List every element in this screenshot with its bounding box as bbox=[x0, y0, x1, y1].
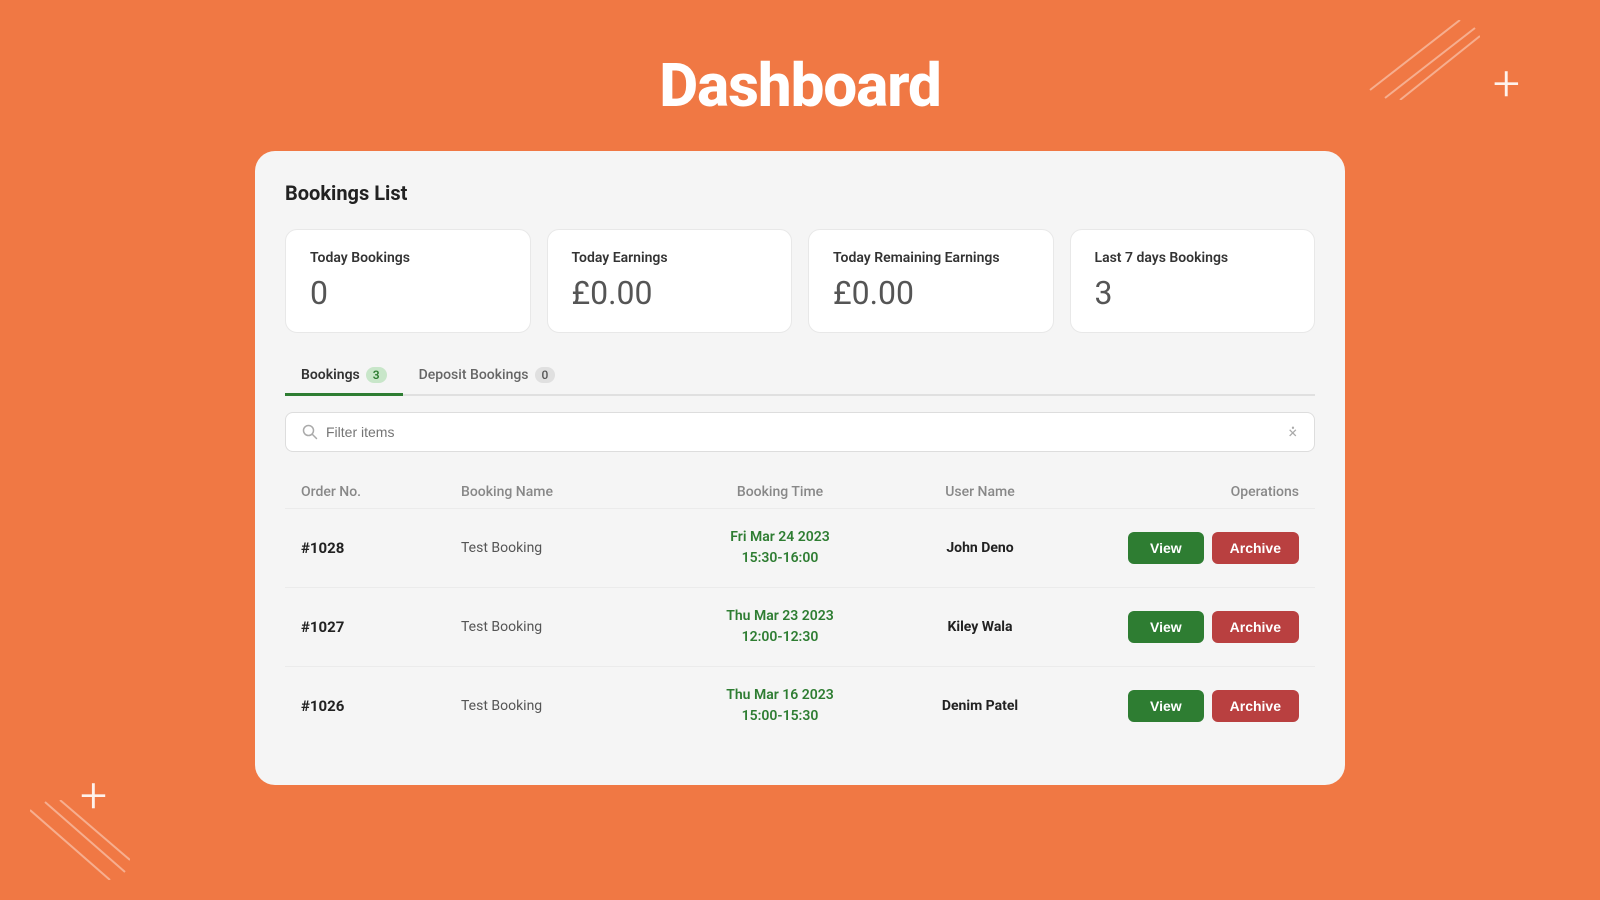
card-title: Bookings List bbox=[285, 181, 1315, 205]
operations-1027: View Archive bbox=[1080, 611, 1299, 643]
tabs: Bookings 3 Deposit Bookings 0 bbox=[285, 357, 1315, 396]
operations-1026: View Archive bbox=[1080, 690, 1299, 722]
table-header: Order No. Booking Name Booking Time User… bbox=[285, 476, 1315, 508]
table-row: #1027 Test Booking Thu Mar 23 2023 12:00… bbox=[285, 587, 1315, 666]
tab-deposit-label: Deposit Bookings bbox=[419, 367, 529, 383]
stat-today-earnings-value: £0.00 bbox=[572, 274, 768, 312]
tab-bookings-badge: 3 bbox=[366, 367, 387, 383]
stat-today-bookings: Today Bookings 0 bbox=[285, 229, 531, 333]
stat-remaining-value: £0.00 bbox=[833, 274, 1029, 312]
booking-time-1027-line2: 12:00-12:30 bbox=[742, 629, 819, 645]
stat-today-earnings-label: Today Earnings bbox=[572, 250, 768, 266]
col-header-booking-name: Booking Name bbox=[461, 484, 680, 500]
booking-name-1028: Test Booking bbox=[461, 540, 680, 556]
tab-deposit-bookings[interactable]: Deposit Bookings 0 bbox=[403, 357, 572, 396]
view-button-1027[interactable]: View bbox=[1128, 611, 1204, 643]
stat-last7days: Last 7 days Bookings 3 bbox=[1070, 229, 1316, 333]
search-clear-icon[interactable]: ⨰ bbox=[1287, 423, 1298, 441]
stat-today-earnings: Today Earnings £0.00 bbox=[547, 229, 793, 333]
stat-remaining-earnings: Today Remaining Earnings £0.00 bbox=[808, 229, 1054, 333]
order-no-1027: #1027 bbox=[301, 618, 461, 636]
deco-plus-top-right: + bbox=[1493, 60, 1520, 108]
archive-button-1028[interactable]: Archive bbox=[1212, 532, 1299, 564]
booking-time-1026-line1: Thu Mar 16 2023 bbox=[726, 687, 833, 703]
col-header-user: User Name bbox=[880, 484, 1080, 500]
col-header-booking-time: Booking Time bbox=[680, 484, 880, 500]
deco-lines-bottom-left bbox=[30, 800, 130, 880]
stats-row: Today Bookings 0 Today Earnings £0.00 To… bbox=[285, 229, 1315, 333]
booking-time-1028-line1: Fri Mar 24 2023 bbox=[730, 529, 829, 545]
booking-time-1027: Thu Mar 23 2023 12:00-12:30 bbox=[680, 606, 880, 648]
order-no-1026: #1026 bbox=[301, 697, 461, 715]
search-bar: ⨰ bbox=[285, 412, 1315, 452]
booking-time-1026: Thu Mar 16 2023 15:00-15:30 bbox=[680, 685, 880, 727]
booking-time-1028: Fri Mar 24 2023 15:30-16:00 bbox=[680, 527, 880, 569]
archive-button-1027[interactable]: Archive bbox=[1212, 611, 1299, 643]
search-input[interactable] bbox=[326, 424, 1279, 440]
col-header-order: Order No. bbox=[301, 484, 461, 500]
archive-button-1026[interactable]: Archive bbox=[1212, 690, 1299, 722]
booking-name-1027: Test Booking bbox=[461, 619, 680, 635]
user-name-1028: John Deno bbox=[880, 540, 1080, 556]
tab-bookings[interactable]: Bookings 3 bbox=[285, 357, 403, 396]
stat-today-bookings-label: Today Bookings bbox=[310, 250, 506, 266]
order-no-1028: #1028 bbox=[301, 539, 461, 557]
view-button-1026[interactable]: View bbox=[1128, 690, 1204, 722]
bookings-card: Bookings List Today Bookings 0 Today Ear… bbox=[255, 151, 1345, 785]
bookings-table: Order No. Booking Name Booking Time User… bbox=[285, 476, 1315, 745]
booking-time-1027-line1: Thu Mar 23 2023 bbox=[726, 608, 833, 624]
table-row: #1026 Test Booking Thu Mar 16 2023 15:00… bbox=[285, 666, 1315, 745]
user-name-1026: Denim Patel bbox=[880, 698, 1080, 714]
tab-bookings-label: Bookings bbox=[301, 367, 360, 383]
stat-today-bookings-value: 0 bbox=[310, 274, 506, 312]
stat-remaining-label: Today Remaining Earnings bbox=[833, 250, 1029, 266]
search-icon bbox=[302, 424, 318, 440]
col-header-operations: Operations bbox=[1080, 484, 1299, 500]
table-row: #1028 Test Booking Fri Mar 24 2023 15:30… bbox=[285, 508, 1315, 587]
tab-deposit-badge: 0 bbox=[535, 367, 556, 383]
booking-time-1026-line2: 15:00-15:30 bbox=[742, 708, 819, 724]
view-button-1028[interactable]: View bbox=[1128, 532, 1204, 564]
stat-last7days-label: Last 7 days Bookings bbox=[1095, 250, 1291, 266]
booking-time-1028-line2: 15:30-16:00 bbox=[742, 550, 819, 566]
stat-last7days-value: 3 bbox=[1095, 274, 1291, 312]
deco-lines-top-right bbox=[1360, 20, 1480, 100]
user-name-1027: Kiley Wala bbox=[880, 619, 1080, 635]
booking-name-1026: Test Booking bbox=[461, 698, 680, 714]
operations-1028: View Archive bbox=[1080, 532, 1299, 564]
